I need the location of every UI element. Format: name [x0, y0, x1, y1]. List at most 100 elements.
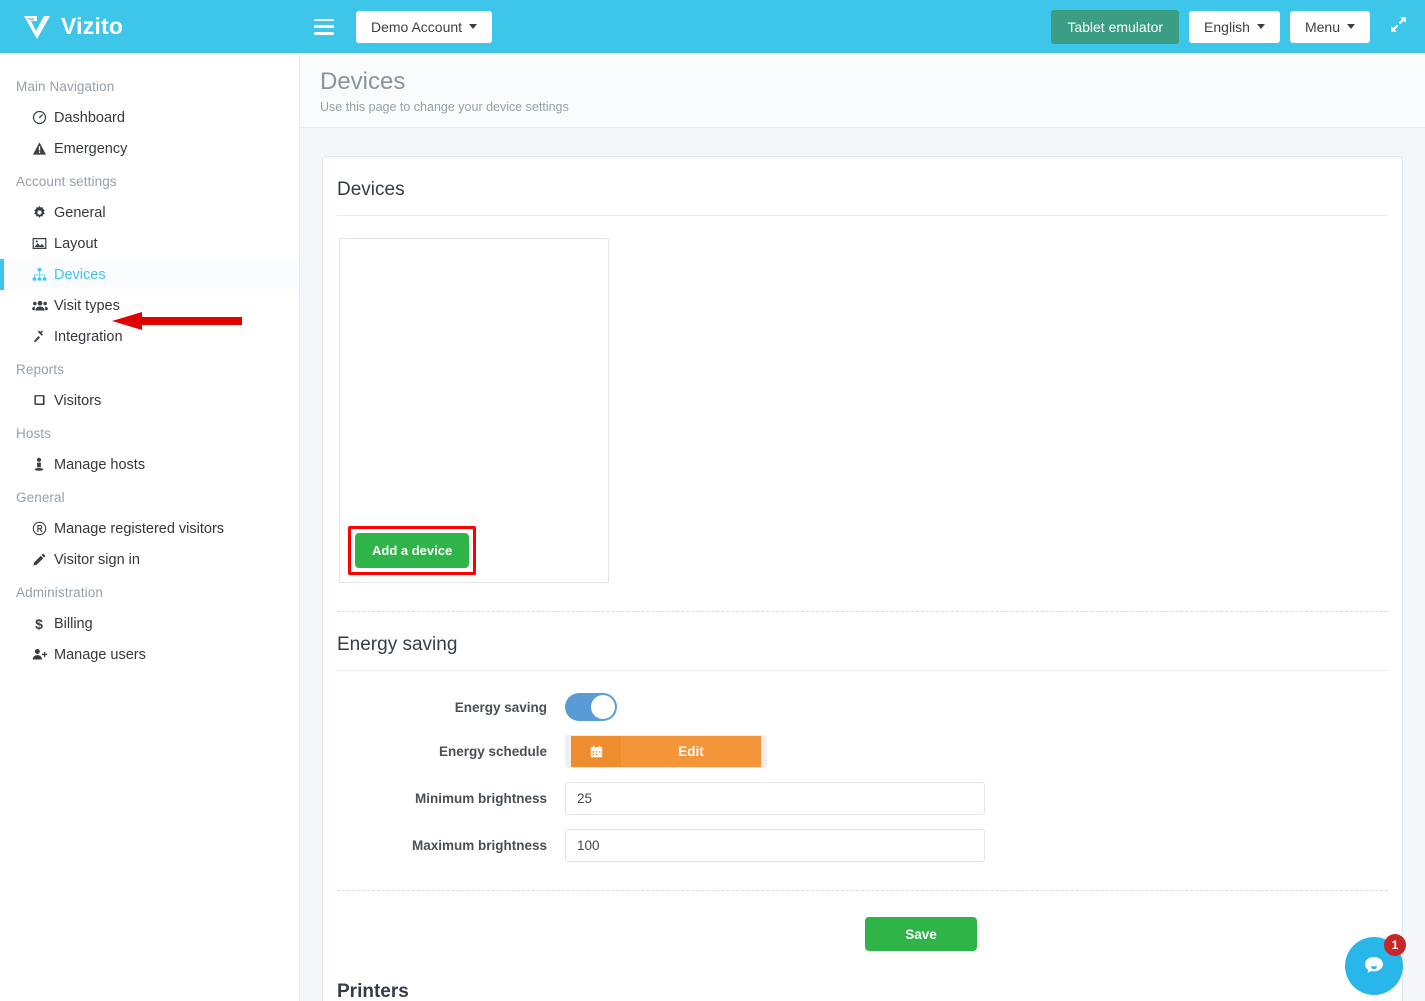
svg-text:$: $: [35, 616, 43, 632]
page-header: Devices Use this page to change your dev…: [300, 53, 1425, 128]
add-a-device-button[interactable]: Add a device: [355, 533, 469, 568]
account-dropdown-button[interactable]: Demo Account: [356, 11, 492, 43]
calendar-icon: [571, 736, 621, 767]
chat-bubble-icon: [1360, 952, 1388, 980]
main-content: Devices Add a device Energy saving Energ…: [300, 128, 1425, 1001]
section-divider: [337, 670, 1388, 671]
expand-arrows-icon[interactable]: [1390, 16, 1407, 38]
sidebar-item-label: Dashboard: [54, 110, 125, 126]
dashboard-gauge-icon: [32, 110, 54, 125]
maximum-brightness-row: Maximum brightness: [337, 829, 1388, 862]
book-icon: [32, 393, 54, 408]
sidebar-item-label: Visitor sign in: [54, 552, 140, 568]
chevron-down-icon: [1347, 24, 1355, 29]
minimum-brightness-label: Minimum brightness: [337, 791, 565, 806]
person-pin-icon: [32, 457, 54, 472]
settings-card: Devices Add a device Energy saving Energ…: [322, 156, 1403, 1001]
energy-schedule-row: Energy schedule Edit: [337, 735, 1388, 768]
sidebar-item-visit-types[interactable]: Visit types: [0, 290, 299, 321]
sidebar-item-label: Visit types: [54, 298, 120, 314]
sidebar: Main Navigation Dashboard Emergency Acco…: [0, 53, 300, 1001]
sidebar-item-manage-users[interactable]: Manage users: [0, 639, 299, 670]
sidebar-item-label: Emergency: [54, 141, 127, 157]
sidebar-item-label: Layout: [54, 236, 98, 252]
energy-saving-section-title: Energy saving: [337, 634, 1388, 670]
printers-section-title: Printers: [337, 981, 1388, 1001]
minimum-brightness-input[interactable]: [565, 782, 985, 815]
topbar-right-group: Tablet emulator English Menu: [1051, 10, 1425, 44]
sidebar-item-billing[interactable]: $ Billing: [0, 608, 299, 639]
toggle-knob: [591, 695, 615, 719]
sidebar-item-label: Visitors: [54, 393, 101, 409]
chat-unread-badge: 1: [1384, 934, 1406, 956]
chevron-down-icon: [469, 24, 477, 29]
image-icon: [32, 236, 54, 251]
brand-name: Vizito: [61, 13, 123, 40]
menu-dropdown-label: Menu: [1305, 20, 1340, 34]
hamburger-icon[interactable]: [314, 19, 334, 35]
top-bar: Vizito Demo Account Tablet emulator Engl…: [0, 0, 1425, 53]
sidebar-item-manage-registered-visitors[interactable]: Manage registered visitors: [0, 513, 299, 544]
chevron-down-icon: [1257, 24, 1265, 29]
sidebar-item-label: Integration: [54, 329, 123, 345]
sidebar-group-header: Reports: [0, 352, 299, 385]
tablet-emulator-button[interactable]: Tablet emulator: [1051, 10, 1179, 44]
section-divider-dashed: [337, 890, 1388, 891]
section-divider-dashed: [337, 611, 1388, 612]
sidebar-item-manage-hosts[interactable]: Manage hosts: [0, 449, 299, 480]
plug-icon: [32, 329, 54, 344]
account-dropdown-label: Demo Account: [371, 20, 462, 34]
sidebar-group-header: Main Navigation: [0, 69, 299, 102]
minimum-brightness-row: Minimum brightness: [337, 782, 1388, 815]
devices-section-title: Devices: [337, 179, 1388, 215]
energy-schedule-edit-button[interactable]: Edit: [565, 735, 767, 768]
sidebar-group-header: Administration: [0, 575, 299, 608]
energy-saving-label: Energy saving: [337, 700, 565, 715]
sidebar-item-visitor-sign-in[interactable]: Visitor sign in: [0, 544, 299, 575]
registered-r-icon: [32, 521, 54, 536]
maximum-brightness-label: Maximum brightness: [337, 838, 565, 853]
language-dropdown-button[interactable]: English: [1189, 11, 1280, 43]
page-subtitle: Use this page to change your device sett…: [320, 100, 1425, 114]
save-row: Save: [337, 917, 1388, 951]
sidebar-item-label: General: [54, 205, 106, 221]
vizito-checkmark-logo: [22, 13, 52, 41]
sidebar-item-dashboard[interactable]: Dashboard: [0, 102, 299, 133]
sidebar-item-layout[interactable]: Layout: [0, 228, 299, 259]
sidebar-item-visitors[interactable]: Visitors: [0, 385, 299, 416]
sidebar-item-devices[interactable]: Devices: [0, 259, 299, 290]
page-title: Devices: [320, 69, 1425, 95]
sidebar-item-label: Manage registered visitors: [54, 521, 224, 537]
energy-saving-row: Energy saving: [337, 693, 1388, 721]
menu-dropdown-button[interactable]: Menu: [1290, 11, 1370, 43]
sidebar-group-header: Hosts: [0, 416, 299, 449]
sidebar-group-header: General: [0, 480, 299, 513]
maximum-brightness-input[interactable]: [565, 829, 985, 862]
sidebar-item-label: Manage hosts: [54, 457, 145, 473]
sidebar-item-emergency[interactable]: Emergency: [0, 133, 299, 164]
section-divider: [337, 215, 1388, 216]
sidebar-item-general[interactable]: General: [0, 197, 299, 228]
save-button[interactable]: Save: [865, 917, 977, 951]
sidebar-item-label: Devices: [54, 267, 106, 283]
pencil-icon: [32, 552, 54, 567]
sitemap-icon: [32, 267, 54, 282]
sidebar-item-integration[interactable]: Integration: [0, 321, 299, 352]
warning-triangle-icon: [32, 141, 54, 156]
energy-saving-toggle[interactable]: [565, 693, 617, 721]
add-device-annotation-box: Add a device: [348, 526, 476, 575]
device-list-empty-panel: Add a device: [339, 238, 609, 583]
sidebar-item-label: Billing: [54, 616, 93, 632]
dollar-icon: $: [32, 616, 54, 632]
brand-logo-area[interactable]: Vizito: [0, 0, 300, 53]
topbar-left-group: Demo Account: [300, 11, 1051, 43]
energy-schedule-label: Energy schedule: [337, 744, 565, 759]
sidebar-item-label: Manage users: [54, 647, 146, 663]
sidebar-group-header: Account settings: [0, 164, 299, 197]
language-dropdown-label: English: [1204, 20, 1250, 34]
user-plus-icon: [32, 647, 54, 662]
chat-widget-button[interactable]: 1: [1345, 937, 1403, 995]
gear-icon: [32, 205, 54, 220]
users-group-icon: [32, 298, 54, 313]
energy-schedule-edit-label: Edit: [621, 736, 761, 767]
